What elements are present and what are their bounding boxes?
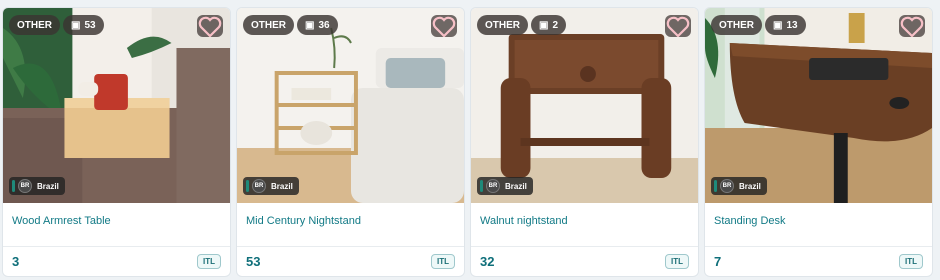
product-image[interactable]: OTHER ▣ 2 BR Brazil — [471, 8, 698, 203]
product-image[interactable]: OTHER ▣ 36 BR Brazil — [237, 8, 464, 203]
stat-badge: ▣ 36 — [297, 15, 338, 35]
favorite-button[interactable] — [665, 15, 691, 37]
product-title[interactable]: Standing Desk — [705, 203, 932, 247]
country-tag: BR Brazil — [711, 177, 767, 195]
country-tag: BR Brazil — [243, 177, 299, 195]
country-name: Brazil — [505, 181, 527, 191]
country-name: Brazil — [739, 181, 761, 191]
country-flag: BR — [18, 179, 32, 193]
country-tag: BR Brazil — [9, 177, 65, 195]
product-card[interactable]: OTHER ▣ 13 BR Brazil Standing Desk 7 ITL — [704, 7, 933, 277]
heart-icon — [900, 16, 924, 37]
product-grid: OTHER ▣ 53 BR Brazil Wood Armrest Table … — [2, 7, 938, 277]
category-badge: OTHER — [9, 15, 60, 35]
card-footer: 53 ITL — [237, 247, 464, 276]
country-flag: BR — [720, 179, 734, 193]
product-card[interactable]: OTHER ▣ 53 BR Brazil Wood Armrest Table … — [2, 7, 231, 277]
product-title[interactable]: Wood Armrest Table — [3, 203, 230, 247]
stat-badge: ▣ 53 — [63, 15, 104, 35]
stat-value: 13 — [786, 19, 798, 31]
product-card[interactable]: OTHER ▣ 36 BR Brazil Mid Century Nightst… — [236, 7, 465, 277]
stat-value: 53 — [84, 19, 96, 31]
product-title[interactable]: Walnut nightstand — [471, 203, 698, 247]
stat-value: 36 — [318, 19, 330, 31]
language-badge: ITL — [665, 254, 689, 269]
product-image[interactable]: OTHER ▣ 13 BR Brazil — [705, 8, 932, 203]
item-count: 3 — [12, 254, 20, 269]
category-badge: OTHER — [243, 15, 294, 35]
country-tag: BR Brazil — [477, 177, 533, 195]
item-count: 32 — [480, 254, 495, 269]
product-image[interactable]: OTHER ▣ 53 BR Brazil — [3, 8, 230, 203]
cube-icon: ▣ — [71, 19, 81, 31]
heart-icon — [198, 16, 222, 37]
card-footer: 3 ITL — [3, 247, 230, 276]
item-count: 53 — [246, 254, 261, 269]
stat-badge: ▣ 2 — [531, 15, 567, 35]
country-flag: BR — [486, 179, 500, 193]
stat-value: 2 — [552, 19, 559, 31]
country-name: Brazil — [271, 181, 293, 191]
heart-icon — [432, 16, 456, 37]
favorite-button[interactable] — [431, 15, 457, 37]
favorite-button[interactable] — [899, 15, 925, 37]
language-badge: ITL — [899, 254, 923, 269]
category-badge: OTHER — [711, 15, 762, 35]
card-footer: 7 ITL — [705, 247, 932, 276]
heart-icon — [666, 16, 690, 37]
cube-icon: ▣ — [539, 19, 549, 31]
item-count: 7 — [714, 254, 722, 269]
category-badge: OTHER — [477, 15, 528, 35]
product-title[interactable]: Mid Century Nightstand — [237, 203, 464, 247]
country-flag: BR — [252, 179, 266, 193]
favorite-button[interactable] — [197, 15, 223, 37]
country-name: Brazil — [37, 181, 59, 191]
language-badge: ITL — [431, 254, 455, 269]
stat-badge: ▣ 13 — [765, 15, 806, 35]
cube-icon: ▣ — [305, 19, 315, 31]
language-badge: ITL — [197, 254, 221, 269]
card-footer: 32 ITL — [471, 247, 698, 276]
product-card[interactable]: OTHER ▣ 2 BR Brazil Walnut nightstand 32… — [470, 7, 699, 277]
cube-icon: ▣ — [773, 19, 783, 31]
